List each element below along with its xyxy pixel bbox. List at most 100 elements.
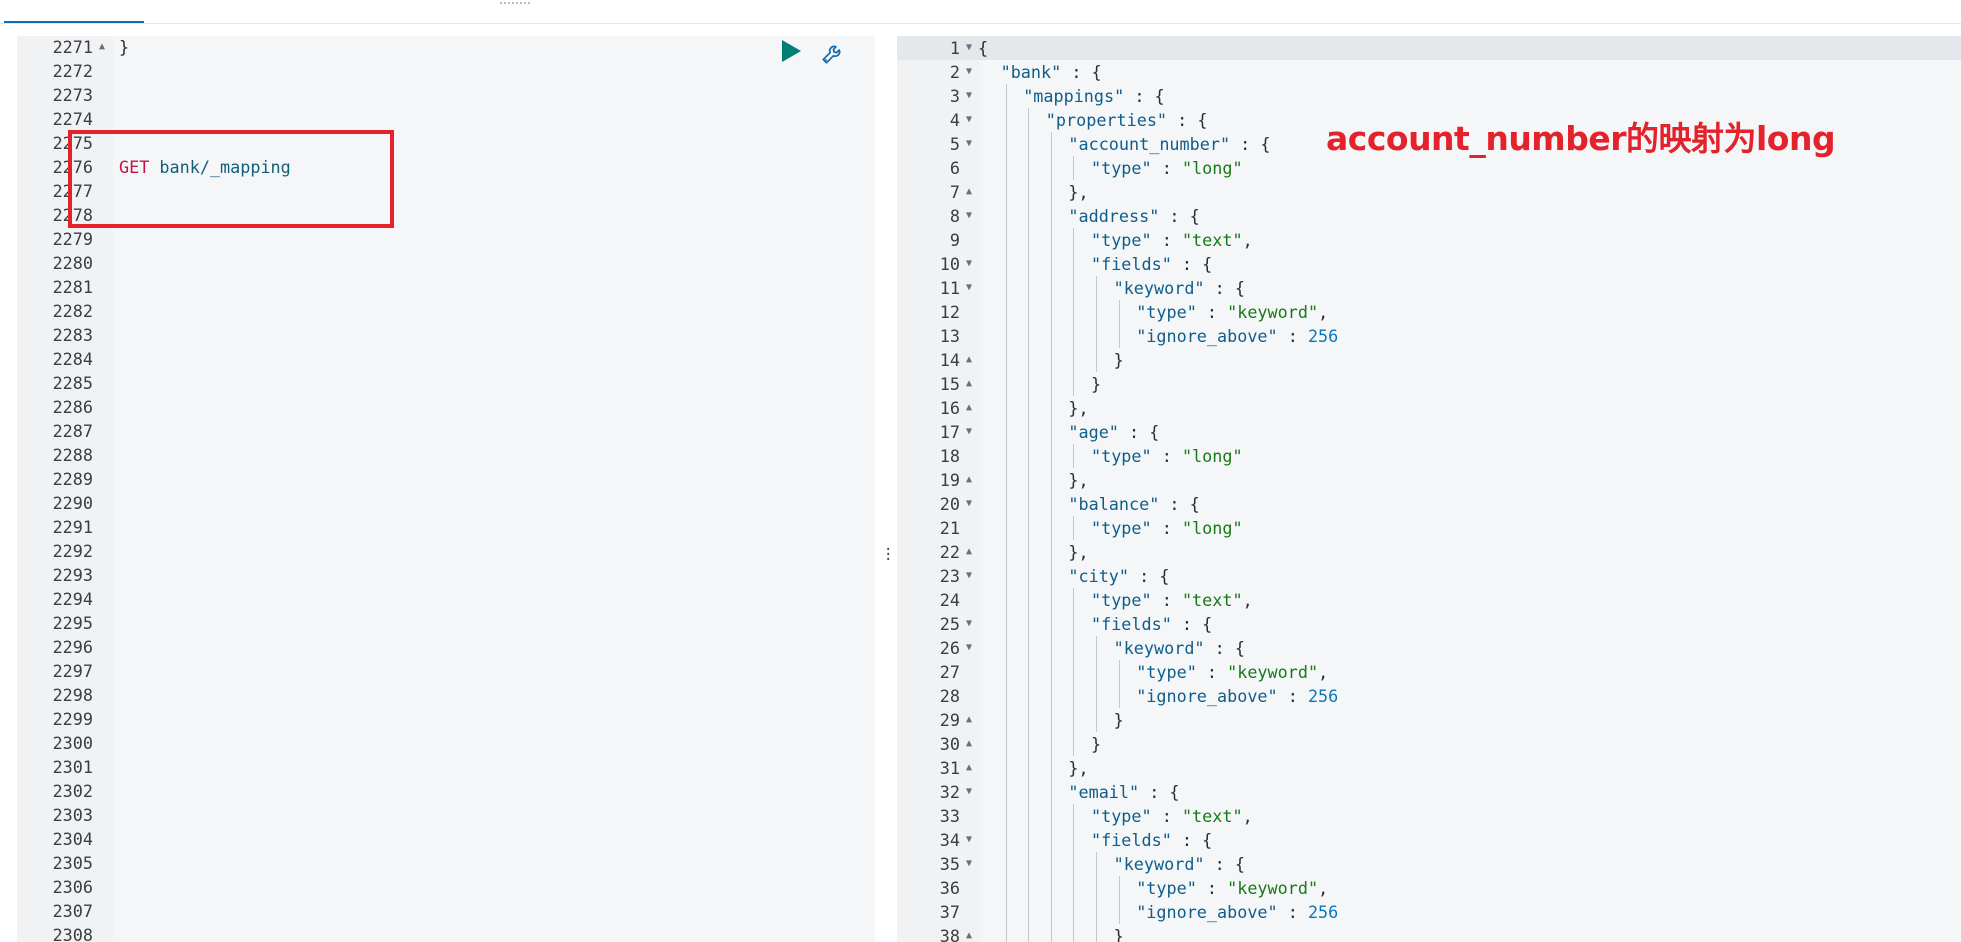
- code-token: "type": [1091, 806, 1152, 826]
- fold-open-icon[interactable]: ▼: [964, 276, 974, 300]
- fold-open-icon[interactable]: ▼: [964, 204, 974, 228]
- fold-close-icon[interactable]: ▲: [97, 36, 107, 59]
- line-number: 2288: [52, 445, 93, 465]
- fold-close-icon[interactable]: ▲: [964, 180, 974, 204]
- fold-close-icon[interactable]: ▲: [964, 468, 974, 492]
- fold-close-icon[interactable]: ▲: [964, 396, 974, 420]
- code-token: },: [1068, 758, 1089, 778]
- code-line: 2282: [17, 299, 875, 323]
- fold-open-icon[interactable]: ▼: [964, 636, 974, 660]
- code-line: 2274: [17, 107, 875, 131]
- fold-close-icon[interactable]: ▲: [964, 372, 974, 396]
- code-text: }: [1114, 348, 1124, 372]
- fold-open-icon[interactable]: ▼: [964, 60, 974, 84]
- line-number: 18: [939, 446, 960, 466]
- code-line: 2293: [17, 563, 875, 587]
- code-token: GET: [119, 157, 160, 177]
- code-text: }: [1114, 708, 1124, 732]
- code-text: "type" : "text",: [1091, 804, 1253, 828]
- code-token: : {: [1204, 854, 1245, 874]
- line-number: 16: [939, 398, 960, 418]
- fold-open-icon[interactable]: ▼: [964, 420, 974, 444]
- code-token: "keyword": [1227, 302, 1319, 322]
- code-token: "address": [1068, 206, 1160, 226]
- tab-fragment: [500, 0, 530, 4]
- fold-close-icon[interactable]: ▲: [964, 924, 974, 942]
- code-line: 37 "ignore_above" : 256: [897, 900, 1961, 924]
- code-text: }: [1091, 372, 1101, 396]
- request-editor[interactable]: 2271 ▲} 2272 2273 2274 2275 2276 GET bank/_mapp…: [17, 36, 875, 942]
- code-token: },: [1068, 182, 1089, 202]
- line-number: 2281: [52, 277, 93, 297]
- fold-open-icon[interactable]: ▼: [964, 612, 974, 636]
- code-token: ,: [1242, 590, 1253, 610]
- line-number: 36: [939, 878, 960, 898]
- fold-open-icon[interactable]: ▼: [964, 84, 974, 108]
- code-text: },: [1068, 756, 1088, 780]
- code-text: "type" : "text",: [1091, 588, 1253, 612]
- line-number: 5: [949, 134, 960, 154]
- code-line: 26 ▼ "keyword" : {: [897, 636, 1961, 660]
- code-line: 22 ▲},: [897, 540, 1961, 564]
- code-text: "fields" : {: [1091, 828, 1212, 852]
- code-token: "properties": [1045, 110, 1168, 130]
- line-number: 2279: [52, 229, 93, 249]
- line-number: 10: [939, 254, 960, 274]
- line-number: 2303: [52, 805, 93, 825]
- fold-open-icon[interactable]: ▼: [964, 108, 974, 132]
- code-token: ,: [1242, 230, 1253, 250]
- code-token: :: [1196, 662, 1228, 682]
- code-line: 27 "type" : "keyword",: [897, 660, 1961, 684]
- code-line: 19 ▲},: [897, 468, 1961, 492]
- panel-resize-handle[interactable]: · · ·: [884, 543, 892, 567]
- line-number: 7: [949, 182, 960, 202]
- code-token: :: [1151, 590, 1182, 610]
- code-token: : {: [1171, 254, 1213, 274]
- code-text: "city" : {: [1068, 564, 1169, 588]
- line-number: 2283: [52, 325, 93, 345]
- play-icon[interactable]: [782, 40, 801, 62]
- code-line: 2296: [17, 635, 875, 659]
- line-number: 2308: [52, 925, 93, 942]
- line-number: 13: [939, 326, 960, 346]
- code-token: }: [1113, 926, 1124, 942]
- code-text: "balance" : {: [1068, 492, 1199, 516]
- fold-open-icon[interactable]: ▼: [964, 564, 974, 588]
- line-number: 2272: [52, 61, 93, 81]
- line-number: 2284: [52, 349, 93, 369]
- code-token: :: [1277, 686, 1308, 706]
- code-token: }: [119, 37, 130, 57]
- code-line: 32 ▼ "email" : {: [897, 780, 1961, 804]
- fold-open-icon[interactable]: ▼: [964, 780, 974, 804]
- fold-close-icon[interactable]: ▲: [964, 756, 974, 780]
- line-number: 2305: [52, 853, 93, 873]
- code-line: 2290: [17, 491, 875, 515]
- fold-open-icon[interactable]: ▼: [964, 252, 974, 276]
- fold-open-icon[interactable]: ▼: [964, 36, 974, 60]
- line-number: 28: [939, 686, 960, 706]
- code-line: 2285: [17, 371, 875, 395]
- code-line: 8 ▼ "address" : {: [897, 204, 1961, 228]
- code-token: "city": [1068, 566, 1130, 586]
- code-token: "type": [1136, 662, 1197, 682]
- fold-open-icon[interactable]: ▼: [964, 132, 974, 156]
- line-number: 2276: [52, 157, 93, 177]
- line-number: 6: [949, 158, 960, 178]
- code-line: 10 ▼ "fields" : {: [897, 252, 1961, 276]
- fold-open-icon[interactable]: ▼: [964, 828, 974, 852]
- code-token: : {: [1129, 566, 1170, 586]
- code-line: 2302: [17, 779, 875, 803]
- fold-close-icon[interactable]: ▲: [964, 348, 974, 372]
- fold-close-icon[interactable]: ▲: [964, 708, 974, 732]
- fold-open-icon[interactable]: ▼: [964, 852, 974, 876]
- code-line: 2291: [17, 515, 875, 539]
- line-number: 2273: [52, 85, 93, 105]
- fold-close-icon[interactable]: ▲: [964, 732, 974, 756]
- wrench-icon[interactable]: [820, 40, 846, 66]
- fold-close-icon[interactable]: ▲: [964, 540, 974, 564]
- code-token: "keyword": [1113, 854, 1205, 874]
- code-token: "text": [1181, 590, 1243, 610]
- fold-open-icon[interactable]: ▼: [964, 492, 974, 516]
- line-number: 2295: [52, 613, 93, 633]
- response-editor: 1 ▼{2 ▼ "bank" : {3 ▼ "mappings" : {4 ▼ "proper…: [897, 36, 1961, 942]
